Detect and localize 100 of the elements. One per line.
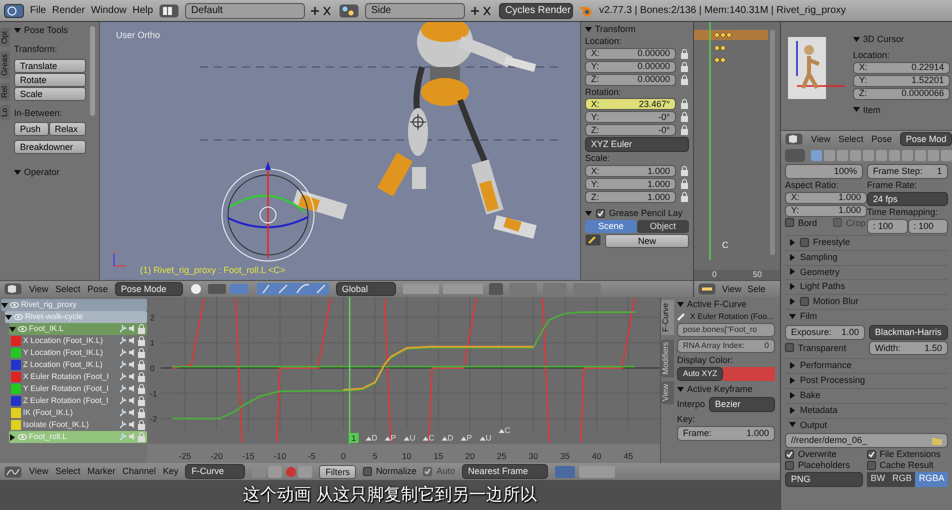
menu-item[interactable]: Pose [87,284,108,294]
side-tab[interactable]: Greas [0,50,10,79]
number-field[interactable]: Z: 0.0000066 [853,88,950,100]
menu-item[interactable]: View [29,466,48,477]
mode-dropdown[interactable]: Pose Mod [900,132,952,146]
layer-buttons[interactable] [402,283,603,295]
tool-button[interactable]: Breakdowner [14,140,86,154]
render-engine-dropdown[interactable]: Cycles Render [499,2,574,18]
checkbox[interactable] [785,460,794,470]
panel-title[interactable]: Performance [800,360,852,372]
number-field[interactable]: : 100 [867,219,908,234]
expand-arrow-icon[interactable] [789,268,796,276]
number-field[interactable]: X: 0.00000 [585,48,676,60]
side-tab[interactable]: View [661,381,674,405]
file-path-field[interactable]: //render/demo_06_ [785,433,948,448]
menu-item[interactable]: Sele [747,284,766,294]
lock-icon[interactable] [680,166,689,176]
frame-rate-dropdown[interactable]: 24 fps [867,192,948,206]
manipulator-icons[interactable] [256,283,329,295]
expand-arrow-icon[interactable] [9,326,16,332]
menu-item[interactable]: Help [132,4,154,16]
expand-arrow-icon[interactable] [789,406,796,414]
lock-icon[interactable] [137,396,146,406]
layout-field[interactable]: Default [185,2,306,18]
expand-arrow-icon[interactable] [789,238,796,246]
resolution-field[interactable]: 100% [785,164,863,179]
menu-item[interactable]: View [29,284,48,294]
lock-icon[interactable] [680,74,689,85]
mode-dropdown[interactable]: Pose Mode [114,282,183,296]
lock-icon[interactable] [680,178,689,189]
expand-arrow-icon[interactable] [585,210,592,217]
menu-item[interactable]: Marker [87,466,116,477]
wrench-icon[interactable] [119,420,127,429]
lock-icon[interactable] [137,372,146,382]
lock-icon[interactable] [680,192,689,202]
tool-button[interactable]: Translate [14,58,86,73]
menu-item[interactable]: Render [52,4,85,16]
tool-button[interactable]: Rotate [14,72,86,87]
wrench-icon[interactable] [119,396,127,405]
array-index-field[interactable]: RNA Array Index: 0 [677,338,775,353]
expand-arrow-icon[interactable] [14,169,21,176]
menu-item[interactable]: Channel [122,466,156,477]
snap-dropdown[interactable]: Nearest Frame [462,464,548,479]
layout-icon[interactable] [159,4,180,18]
channel-name[interactable]: Y Location (Foot_IK.L) [23,348,103,358]
new-button[interactable]: New [605,234,689,248]
expand-arrow-icon[interactable] [853,36,860,43]
menu-item[interactable]: File [30,4,46,16]
channel-name[interactable]: Z Location (Foot_IK.L) [23,360,103,370]
expand-arrow-icon[interactable] [677,300,684,308]
checkbox[interactable] [362,466,372,476]
panel-title[interactable]: Transform [595,24,636,35]
number-field[interactable]: : 100 [908,219,948,234]
channel-name[interactable]: IK (Foot_IK.L) [23,408,73,418]
panel-title[interactable]: Grease Pencil Lay [609,208,683,219]
checkbox[interactable] [785,450,794,460]
editor-type-icon[interactable] [4,283,22,295]
exposure-field[interactable]: Exposure: 1.00 [785,324,865,340]
number-field[interactable]: X: 23.467° [585,98,676,110]
channel-name[interactable]: X Euler Rotation (Foot_I [23,372,109,382]
color-swatch[interactable] [723,367,775,381]
panel-title[interactable]: Output [800,420,828,430]
checkbox[interactable] [785,218,794,228]
color-mode-button[interactable]: BW [867,472,889,487]
lock-icon[interactable] [137,384,146,394]
lock-icon[interactable] [680,48,689,59]
width-field[interactable]: Width: 1.50 [869,340,948,356]
menu-item[interactable]: View [811,134,830,144]
lock-icon[interactable] [137,408,146,418]
side-tab[interactable]: Opt [0,28,10,47]
menu-item[interactable]: View [722,284,742,294]
expand-arrow-icon[interactable] [789,254,796,261]
number-field[interactable]: Y: 1.52201 [853,74,950,87]
number-field[interactable]: Y: -0° [585,111,676,124]
frame-ruler[interactable] [147,444,660,463]
data-path-field[interactable]: pose.bones["Foot_ro [677,323,775,337]
panel-title[interactable]: Active F-Curve [687,299,747,310]
checkbox[interactable] [800,297,809,306]
menu-item[interactable]: Window [90,4,127,16]
menu-item[interactable]: Select [55,466,80,477]
pencil-icon[interactable] [585,234,601,246]
number-field[interactable]: X: 1.000 [585,164,676,177]
eye-icon[interactable] [18,325,27,333]
tool-button[interactable]: Push [14,122,49,136]
tab[interactable]: Scene [585,220,637,233]
lock-icon[interactable] [680,125,689,136]
properties-tabs[interactable] [785,148,952,162]
number-field[interactable]: X: 1.000 [785,192,867,204]
expand-arrow-icon[interactable] [789,377,796,384]
expand-arrow-icon[interactable] [789,283,796,290]
frame-step-field[interactable]: Frame Step: 1 [867,164,948,179]
lock-icon[interactable] [680,99,689,110]
side-tab[interactable]: Modifiers [661,338,674,378]
panel-title[interactable]: Light Paths [800,281,846,292]
orientation-dropdown[interactable]: Global [336,282,396,296]
checkbox[interactable] [866,460,876,470]
tab[interactable]: Object [636,220,690,233]
channel-name[interactable]: X Location (Foot_IK.L) [23,336,104,346]
side-tab[interactable]: Rel [0,82,10,101]
color-mode-dropdown[interactable]: Auto XYZ [677,367,724,381]
